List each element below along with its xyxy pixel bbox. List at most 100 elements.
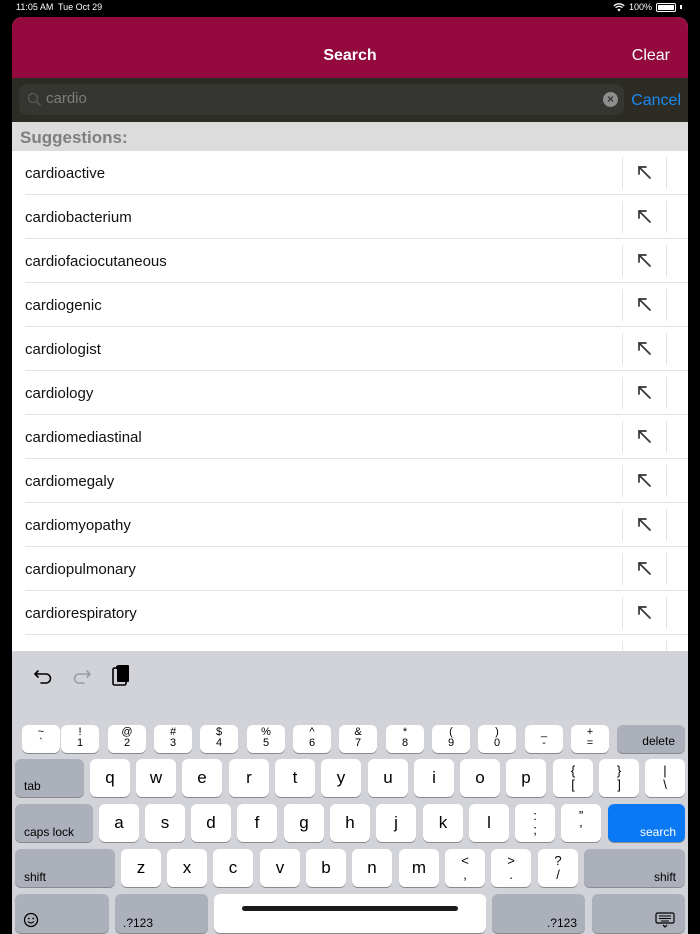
key-p[interactable]: p: [506, 759, 546, 797]
key-punct[interactable]: <,: [445, 849, 485, 887]
key-4[interactable]: $4: [200, 725, 238, 753]
clear-text-icon[interactable]: ×: [603, 92, 618, 107]
list-item[interactable]: cardiopulmonary: [12, 547, 688, 591]
list-item[interactable]: cardiomediastinal: [12, 415, 688, 459]
paste-icon[interactable]: [110, 663, 132, 689]
key-t[interactable]: t: [275, 759, 315, 797]
key-y[interactable]: y: [321, 759, 361, 797]
key-x[interactable]: x: [167, 849, 207, 887]
arrow-up-left-icon[interactable]: [635, 251, 653, 269]
arrow-up-left-icon[interactable]: [635, 383, 653, 401]
list-item[interactable]: cardiologist: [12, 327, 688, 371]
key-lower: ]: [617, 777, 621, 792]
key-6[interactable]: ^ 6: [293, 725, 331, 753]
key-c[interactable]: c: [213, 849, 253, 887]
list-item[interactable]: cardiofaciocutaneous: [12, 239, 688, 283]
key-7[interactable]: & 7: [339, 725, 377, 753]
key-punct[interactable]: ? /: [538, 849, 578, 887]
key-punct[interactable]: | \: [645, 759, 685, 797]
key-o[interactable]: o: [460, 759, 500, 797]
key-r[interactable]: r: [229, 759, 269, 797]
arrow-up-left-icon[interactable]: [635, 339, 653, 357]
key-upper: |: [663, 763, 667, 778]
space-bar[interactable]: [214, 894, 486, 933]
key-e[interactable]: e: [182, 759, 222, 797]
key-1[interactable]: ! 1: [61, 725, 99, 753]
key-2[interactable]: @2: [108, 725, 146, 753]
key-9[interactable]: (9: [432, 725, 470, 753]
emoji-key[interactable]: [15, 894, 109, 933]
key-letter: y: [336, 768, 346, 787]
key-0[interactable]: ) 0: [478, 725, 516, 753]
key-f[interactable]: f: [237, 804, 277, 842]
key-b[interactable]: b: [306, 849, 346, 887]
key-i[interactable]: i: [414, 759, 454, 797]
list-item[interactable]: cardiology: [12, 371, 688, 415]
key-h[interactable]: h: [330, 804, 370, 842]
shift-label: shift: [653, 870, 676, 884]
key-`[interactable]: ~ `: [22, 725, 60, 753]
arrow-up-left-icon[interactable]: [635, 295, 653, 313]
keyboard-dismiss-key[interactable]: [592, 894, 685, 933]
key-m[interactable]: m: [399, 849, 439, 887]
key-s[interactable]: s: [145, 804, 185, 842]
list-item[interactable]: cardiobacterium: [12, 195, 688, 239]
key-d[interactable]: d: [191, 804, 231, 842]
key-letter: j: [394, 813, 398, 832]
key-punct[interactable]: {[: [553, 759, 593, 797]
arrow-up-left-icon[interactable]: [635, 427, 653, 445]
key-j[interactable]: j: [376, 804, 416, 842]
arrow-up-left-icon[interactable]: [635, 471, 653, 489]
clear-button[interactable]: Clear: [632, 47, 670, 65]
shift-right-key[interactable]: shift: [584, 849, 685, 887]
tab-key[interactable]: tab: [15, 759, 84, 797]
key-u[interactable]: u: [368, 759, 408, 797]
divider: [666, 245, 667, 277]
divider: [666, 289, 667, 321]
key-3[interactable]: #3: [154, 725, 192, 753]
key-g[interactable]: g: [284, 804, 324, 842]
numbers-key-left[interactable]: .?123: [115, 894, 208, 933]
delete-key[interactable]: delete: [617, 725, 685, 753]
arrow-up-left-icon[interactable]: [635, 207, 653, 225]
list-item[interactable]: cardioactive: [12, 151, 688, 195]
key-n[interactable]: n: [352, 849, 392, 887]
key-=[interactable]: + =: [571, 725, 609, 753]
numbers-key-right[interactable]: .?123: [492, 894, 585, 933]
redo-icon[interactable]: [71, 665, 93, 687]
key-punct[interactable]: }]: [599, 759, 639, 797]
list-item[interactable]: cardiomegaly: [12, 459, 688, 503]
key-punct[interactable]: >.: [491, 849, 531, 887]
key--[interactable]: _ -: [525, 725, 563, 753]
key-punct[interactable]: :;: [515, 804, 555, 842]
list-item[interactable]: cardiogenic: [12, 283, 688, 327]
key-q[interactable]: q: [90, 759, 130, 797]
key-a[interactable]: a: [99, 804, 139, 842]
arrow-up-left-icon[interactable]: [635, 163, 653, 181]
key-5[interactable]: % 5: [247, 725, 285, 753]
key-lower: ,: [463, 867, 467, 882]
shift-left-key[interactable]: shift: [15, 849, 115, 887]
key-z[interactable]: z: [121, 849, 161, 887]
key-k[interactable]: k: [423, 804, 463, 842]
cancel-button[interactable]: Cancel: [631, 92, 681, 110]
key-w[interactable]: w: [136, 759, 176, 797]
divider: [666, 465, 667, 497]
numbers-label: .?123: [123, 916, 154, 930]
undo-icon[interactable]: [32, 665, 54, 687]
suggestion-label: cardiomediastinal: [25, 429, 142, 446]
key-v[interactable]: v: [260, 849, 300, 887]
key-letter: r: [246, 768, 252, 787]
caps-lock-key[interactable]: caps lock: [15, 804, 93, 842]
key-letter: t: [292, 768, 298, 787]
search-input[interactable]: cardio ×: [19, 84, 624, 115]
key-8[interactable]: * 8: [386, 725, 424, 753]
arrow-up-left-icon[interactable]: [635, 559, 653, 577]
key-l[interactable]: l: [469, 804, 509, 842]
list-item[interactable]: cardiomyopathy: [12, 503, 688, 547]
search-key[interactable]: search: [608, 804, 685, 842]
list-item[interactable]: cardiorespiratory: [12, 591, 688, 635]
arrow-up-left-icon[interactable]: [635, 603, 653, 621]
key-punct[interactable]: ”’: [561, 804, 601, 842]
arrow-up-left-icon[interactable]: [635, 515, 653, 533]
